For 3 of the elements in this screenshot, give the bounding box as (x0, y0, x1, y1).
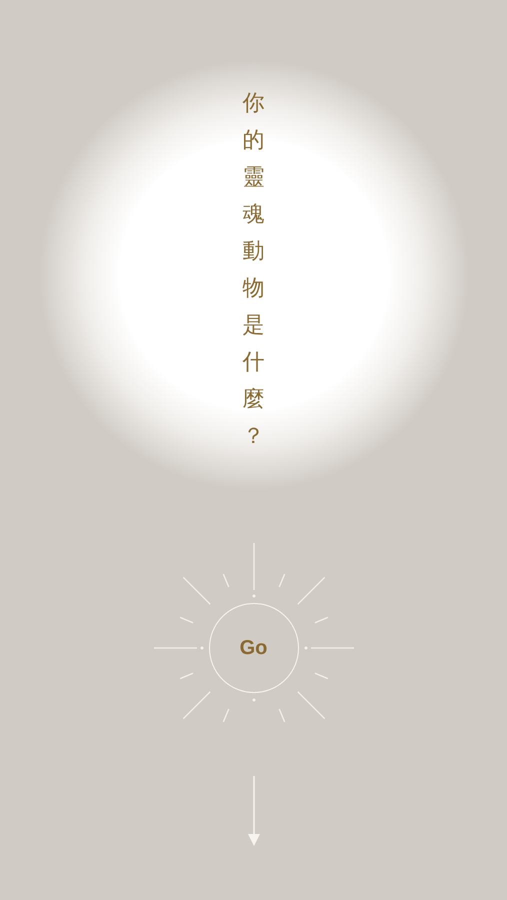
go-button[interactable]: Go (208, 603, 298, 693)
quiz-title: 你的靈魂動物是什麼？ (242, 90, 264, 451)
down-arrow-icon (248, 776, 260, 846)
